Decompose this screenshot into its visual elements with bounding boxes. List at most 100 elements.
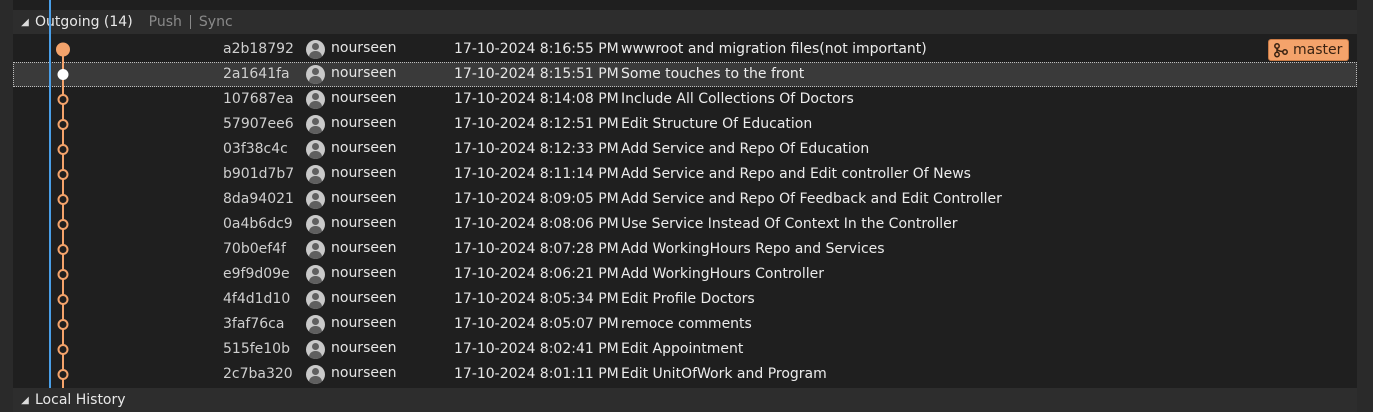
commit-message: Include All Collections Of Doctors [621, 91, 854, 107]
commit-message: Add Service and Repo Of Feedback and Edi… [621, 191, 1002, 207]
vertical-scrollbar[interactable] [1357, 0, 1373, 412]
commit-date: 17-10-2024 8:05:34 PM [454, 291, 619, 307]
avatar [306, 40, 325, 59]
commit-date: 17-10-2024 8:02:41 PM [454, 341, 619, 357]
commit-row[interactable]: 2c7ba320 nourseen 17-10-2024 8:01:11 PM Edi… [13, 362, 1357, 387]
commit-date: 17-10-2024 8:01:11 PM [454, 366, 619, 382]
commit-row[interactable]: e9f9d09e nourseen 17-10-2024 8:06:21 PM Add… [13, 262, 1357, 287]
commit-author: nourseen [331, 65, 397, 81]
commit-author: nourseen [331, 315, 397, 331]
commit-author: nourseen [331, 115, 397, 131]
avatar [306, 340, 325, 359]
commit-date: 17-10-2024 8:09:05 PM [454, 191, 619, 207]
commit-message: Edit Appointment [621, 341, 744, 357]
commit-row[interactable]: 57907ee6 nourseen 17-10-2024 8:12:51 PM Edi… [13, 112, 1357, 137]
commit-date: 17-10-2024 8:16:55 PM [454, 41, 619, 57]
commit-row[interactable]: b901d7b7 nourseen 17-10-2024 8:11:14 PM Add… [13, 162, 1357, 187]
branch-icon [1274, 43, 1288, 58]
commit-row[interactable]: 2a1641fa nourseen 17-10-2024 8:15:51 PM Som… [13, 62, 1357, 87]
commit-date: 17-10-2024 8:08:06 PM [454, 216, 619, 232]
divider [189, 15, 191, 29]
commit-date: 17-10-2024 8:14:08 PM [454, 91, 619, 107]
commit-author: nourseen [331, 365, 397, 381]
commit-author: nourseen [331, 140, 397, 156]
clipped-previous-row [13, 0, 1357, 8]
commit-hash: 0a4b6dc9 [223, 216, 293, 232]
commit-date: 17-10-2024 8:07:28 PM [454, 241, 619, 257]
branch-tag-label: master [1293, 42, 1343, 58]
commit-message: Edit Structure Of Education [621, 116, 813, 132]
commit-message: Add WorkingHours Controller [621, 266, 824, 282]
commit-date: 17-10-2024 8:12:51 PM [454, 116, 619, 132]
commit-author: nourseen [331, 240, 397, 256]
commit-date: 17-10-2024 8:12:33 PM [454, 141, 619, 157]
commit-row[interactable]: 107687ea nourseen 17-10-2024 8:14:08 PM Inc… [13, 87, 1357, 112]
git-history-panel: ◢ Outgoing (14) Push Sync a2b18792 nourse… [13, 0, 1357, 412]
avatar [306, 165, 325, 184]
commit-hash: b901d7b7 [223, 166, 295, 182]
commit-author: nourseen [331, 165, 397, 181]
local-history-title: Local History [35, 392, 126, 408]
commit-author: nourseen [331, 265, 397, 281]
commit-row[interactable]: 0a4b6dc9 nourseen 17-10-2024 8:08:06 PM Use… [13, 212, 1357, 237]
push-link[interactable]: Push [149, 14, 182, 30]
collapse-triangle-icon[interactable]: ◢ [17, 395, 33, 406]
commit-row[interactable]: 03f38c4c nourseen 17-10-2024 8:12:33 PM Add… [13, 137, 1357, 162]
commit-message: remoce comments [621, 316, 752, 332]
commit-hash: 107687ea [223, 91, 294, 107]
commit-author: nourseen [331, 215, 397, 231]
avatar [306, 315, 325, 334]
commit-date: 17-10-2024 8:11:14 PM [454, 166, 619, 182]
avatar [306, 65, 325, 84]
outgoing-section-header[interactable]: ◢ Outgoing (14) Push Sync [13, 10, 1357, 34]
commit-message: Edit Profile Doctors [621, 291, 755, 307]
commit-hash: 03f38c4c [223, 141, 288, 157]
commit-row[interactable]: 515fe10b nourseen 17-10-2024 8:02:41 PM Edi… [13, 337, 1357, 362]
commit-row[interactable]: 4f4d1d10 nourseen 17-10-2024 8:05:34 PM Edi… [13, 287, 1357, 312]
avatar [306, 290, 325, 309]
commit-hash: a2b18792 [223, 41, 294, 57]
outgoing-title: Outgoing (14) [35, 14, 133, 30]
commit-message: Some touches to the front [621, 66, 805, 82]
commit-author: nourseen [331, 40, 397, 56]
avatar [306, 115, 325, 134]
commit-message: Add Service and Repo and Edit controller… [621, 166, 971, 182]
commit-hash: 2c7ba320 [223, 366, 293, 382]
commit-hash: 57907ee6 [223, 116, 294, 132]
commit-message: Add WorkingHours Repo and Services [621, 241, 885, 257]
commit-row[interactable]: 70b0ef4f nourseen 17-10-2024 8:07:28 PM Add… [13, 237, 1357, 262]
commit-hash: e9f9d09e [223, 266, 290, 282]
commit-row[interactable]: 3faf76ca nourseen 17-10-2024 8:05:07 PM rem… [13, 312, 1357, 337]
branch-tag[interactable]: master [1268, 39, 1350, 61]
avatar [306, 90, 325, 109]
left-gutter [0, 0, 13, 412]
avatar [306, 140, 325, 159]
avatar [306, 190, 325, 209]
avatar [306, 215, 325, 234]
commit-date: 17-10-2024 8:15:51 PM [454, 66, 619, 82]
sync-link[interactable]: Sync [199, 14, 233, 30]
avatar [306, 240, 325, 259]
commit-message: Add Service and Repo Of Education [621, 141, 870, 157]
commit-message: Use Service Instead Of Context In the Co… [621, 216, 958, 232]
avatar [306, 365, 325, 384]
collapse-triangle-icon[interactable]: ◢ [17, 17, 33, 28]
commit-author: nourseen [331, 340, 397, 356]
commit-hash: 3faf76ca [223, 316, 285, 332]
commit-hash: 2a1641fa [223, 66, 290, 82]
commit-author: nourseen [331, 290, 397, 306]
commit-message: Edit UnitOfWork and Program [621, 366, 827, 382]
commit-message: wwwroot and migration files(not importan… [621, 41, 927, 57]
commit-hash: 70b0ef4f [223, 241, 286, 257]
local-history-section-header[interactable]: ◢ Local History [13, 388, 1357, 412]
commit-hash: 4f4d1d10 [223, 291, 291, 307]
commit-author: nourseen [331, 190, 397, 206]
commit-hash: 8da94021 [223, 191, 294, 207]
commit-date: 17-10-2024 8:05:07 PM [454, 316, 619, 332]
commit-hash: 515fe10b [223, 341, 290, 357]
commit-row[interactable]: a2b18792 nourseen 17-10-2024 8:16:55 PM www… [13, 37, 1357, 62]
commit-author: nourseen [331, 90, 397, 106]
commit-date: 17-10-2024 8:06:21 PM [454, 266, 619, 282]
commit-row[interactable]: 8da94021 nourseen 17-10-2024 8:09:05 PM Add… [13, 187, 1357, 212]
avatar [306, 265, 325, 284]
